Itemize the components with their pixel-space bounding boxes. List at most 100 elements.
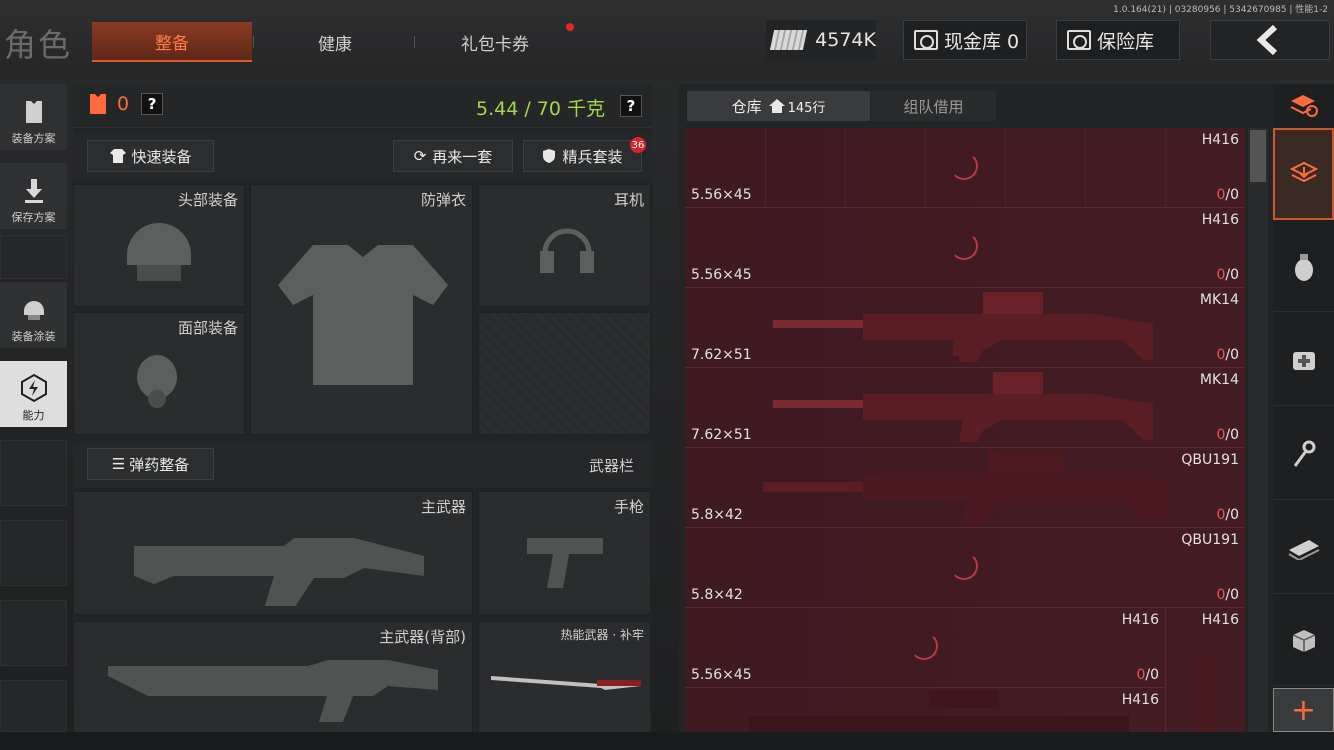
grid-line [1165,128,1166,207]
slot-label: 头部装备 [177,191,238,209]
sidebar-item-label: 能力 [22,409,45,422]
item-caliber: 5.56×45 [691,667,752,683]
list-item[interactable]: H416 [685,688,1165,732]
item-count: 0/0 [1216,507,1239,523]
slot-label: 手枪 [613,498,644,516]
headset-slot[interactable]: 耳机 [478,184,651,307]
slot-label: 耳机 [613,191,644,209]
tab-team-borrow[interactable]: 组队借用 [871,91,996,121]
quick-equip-button[interactable]: 快速装备 [87,140,214,172]
rail-item-cash[interactable] [1273,502,1334,594]
helmet-icon [19,294,49,324]
loading-spinner-icon [910,632,938,660]
item-count: 0/0 [1216,187,1239,203]
pistol-slot[interactable]: 手枪 [478,491,651,615]
sidebar-item-ability[interactable]: 能力 [0,361,67,427]
primary-weapon-slot[interactable]: 主武器 [73,491,473,615]
loading-spinner-icon [950,232,978,260]
sidebar-item-loadout-plan[interactable]: 装备方案 [0,84,67,150]
rail-item-key[interactable] [1273,408,1334,500]
pistol-icon [527,538,603,588]
list-item[interactable]: H416 5.56×45 0/0 [685,608,1165,688]
ammo-equip-button[interactable]: ☰ 弹药整备 [87,448,214,480]
head-slot[interactable]: 头部装备 [73,184,245,307]
list-item[interactable]: QBU191 5.8×42 0/0 [685,448,1245,528]
weapon-part-icon [1196,654,1214,732]
storage-rows: 145行 [787,100,826,116]
warehouse-grid: H416 5.56×45 0/0 H416 5.56×45 0/0 MK14 7… [685,128,1245,732]
chevron-left-icon [1256,25,1278,55]
cash-display: 4574K [766,20,876,60]
rail-item-package[interactable] [1273,596,1334,686]
retry-set-button[interactable]: ⟳ 再来一套 [393,140,513,172]
tab-divider [253,36,254,48]
face-slot[interactable]: 面部装备 [73,312,245,435]
sidebar-empty-slot [0,600,67,666]
layers-refresh-button[interactable] [1273,84,1334,128]
help-button[interactable]: ? [141,93,164,115]
list-item[interactable]: H416 5.56×45 0/0 [685,208,1245,288]
key-icon [1293,440,1315,467]
ammo-equip-label: 弹药整备 [129,455,190,474]
item-name: MK14 [1199,372,1239,388]
empty-slot [478,312,651,435]
scrollbar-thumb[interactable] [1250,130,1266,182]
item-name: H416 [1121,692,1159,708]
melee-slot[interactable]: 热能武器 · 补牢 [478,621,651,736]
tab-equip[interactable]: 整备 [92,22,252,62]
medkit-icon [1292,351,1315,370]
item-name: MK14 [1199,292,1239,308]
lightning-icon [19,373,49,403]
rail-item-storage[interactable] [1273,128,1334,220]
shield-icon [543,149,556,163]
sidebar-item-label: 装备涂装 [11,330,56,343]
list-item[interactable]: H416 [1165,608,1245,732]
grid-line [1085,128,1086,207]
rail-item-medical[interactable] [1273,314,1334,406]
list-item[interactable]: MK14 7.62×51 0/0 [685,368,1245,448]
ammo-icon: ☰ [111,455,126,473]
vest-counter: 0 ? [87,92,164,116]
gas-mask-icon [137,355,177,408]
list-item[interactable]: QBU191 5.8×42 0/0 [685,528,1245,608]
primary-back-slot[interactable]: 主武器(背部) [73,621,473,736]
home-icon [768,99,785,113]
add-button[interactable]: + [1273,688,1334,732]
tab-storage-label: 仓库 [731,97,762,116]
cash-icon [1287,539,1319,560]
rifle-icon [108,660,438,722]
list-item[interactable]: MK14 7.62×51 0/0 [685,288,1245,368]
scrollbar[interactable] [1248,128,1268,732]
vault-label: 现金库 0 [944,30,1020,53]
tab-storage[interactable]: 仓库 145行 [687,91,870,121]
slot-label: 面部装备 [177,319,238,337]
elite-set-button[interactable]: 精兵套装 [523,140,642,172]
quick-equip-label: 快速装备 [131,147,192,166]
armor-slot[interactable]: 防弹衣 [250,184,473,435]
item-caliber: 5.8×42 [691,507,743,523]
back-button[interactable] [1210,20,1330,60]
vault-button[interactable]: 现金库 0 [903,20,1027,60]
rail-item-grenade[interactable] [1273,222,1334,312]
vest-count-value: 0 [117,93,130,115]
tab-health[interactable]: 健康 [255,22,415,62]
safe-label: 保险库 [1097,30,1155,53]
katana-icon [491,676,641,690]
item-name: QBU191 [1181,452,1239,468]
safe-button[interactable]: 保险库 [1056,20,1180,60]
weight-help-button[interactable]: ? [620,95,642,117]
item-caliber: 5.56×45 [691,187,752,203]
item-caliber: 5.56×45 [691,267,752,283]
list-item[interactable]: H416 5.56×45 0/0 [685,128,1245,208]
box-down-icon [1289,161,1318,183]
sidebar-item-save-plan[interactable]: 保存方案 [0,163,67,229]
slot-label: 热能武器 · 补牢 [560,628,644,642]
sidebar-empty-slot [0,520,67,586]
sidebar-item-paint[interactable]: 装备涂装 [0,282,67,348]
page-title: 角色 [4,26,73,64]
item-count: 0/0 [1136,667,1159,683]
sniper-rifle-icon [773,372,1153,442]
download-icon [19,175,49,205]
notification-dot [566,23,574,31]
tab-gift[interactable]: 礼包卡券 [415,22,575,62]
